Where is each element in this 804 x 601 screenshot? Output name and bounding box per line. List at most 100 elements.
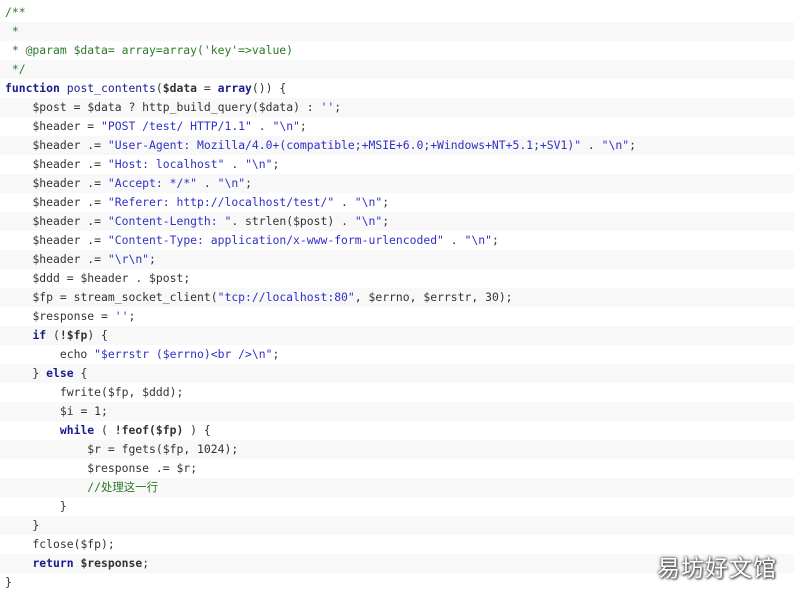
code-token: $header <box>32 195 81 209</box>
code-line: $response .= $r; <box>0 459 794 478</box>
code-token: $data <box>162 81 198 95</box>
code-block: /** * * @param $data= array=array('key'=… <box>0 3 794 592</box>
code-token: , <box>354 290 369 304</box>
code-token: , <box>409 290 424 304</box>
code-line: $post = $data ? http_build_query($data) … <box>0 98 794 117</box>
code-token: } <box>5 575 12 589</box>
code-line: $header = "POST /test/ HTTP/1.1" . "\n"; <box>0 117 794 136</box>
code-line: /** <box>0 3 794 22</box>
code-token: ) { <box>183 423 211 437</box>
code-line: $header .= "Referer: http://localhost/te… <box>0 193 794 212</box>
code-token: $post <box>149 271 184 285</box>
code-token: "\n" <box>217 176 246 190</box>
code-token: ; <box>245 176 252 190</box>
code-token: . <box>581 138 602 152</box>
code-line: fwrite($fp, $ddd); <box>0 383 794 402</box>
code-line: $response = ''; <box>0 307 794 326</box>
code-token: '' <box>114 309 129 323</box>
code-token: $errstr <box>423 290 472 304</box>
code-token: function <box>5 81 60 95</box>
code-token: = stream_socket_client( <box>53 290 218 304</box>
code-token: .= <box>80 176 108 190</box>
code-line: $header .= "User-Agent: Mozilla/4.0+(com… <box>0 136 794 155</box>
code-token: ; <box>183 271 191 285</box>
code-token: = <box>80 119 102 133</box>
code-token: ( <box>155 81 163 95</box>
watermark: 易坊好文馆 <box>657 556 777 582</box>
code-token: , <box>183 442 198 456</box>
code-token: $header <box>32 176 81 190</box>
code-token: "$errstr ($errno)<br />\n" <box>94 347 273 361</box>
code-line: */ <box>0 60 794 79</box>
code-token: ); <box>224 442 239 456</box>
code-token: "tcp://localhost:80" <box>217 290 355 304</box>
code-token: = <box>94 309 115 323</box>
code-line: $header .= "Content-Length: ". strlen($p… <box>0 212 794 231</box>
code-line: $header .= "Content-Type: application/x-… <box>0 231 794 250</box>
code-token: $header <box>32 214 81 228</box>
code-token: .= <box>80 157 108 171</box>
code-token: , <box>471 290 486 304</box>
code-token: "\n" <box>354 214 383 228</box>
code-line: if (!$fp) { <box>0 326 794 345</box>
code-token: 30 <box>485 290 499 304</box>
code-token: ; <box>190 461 198 475</box>
code-token: = <box>59 271 81 285</box>
code-token: ; <box>101 404 108 418</box>
code-token: .= <box>80 138 108 152</box>
code-token: $header <box>32 252 81 266</box>
code-token: = fgets( <box>101 442 163 456</box>
code-token: ? http_build_query( <box>121 100 259 114</box>
code-line: } <box>0 516 794 535</box>
code-line: $i = 1; <box>0 402 794 421</box>
code-line: fclose($fp); <box>0 535 794 554</box>
code-token: ; <box>272 157 280 171</box>
code-token: . <box>224 157 246 171</box>
code-line: $ddd = $header . $post; <box>0 269 794 288</box>
code-line: $header .= "Host: localhost" . "\n"; <box>0 155 794 174</box>
code-token: $response <box>80 556 143 570</box>
code-token: $header <box>32 233 81 247</box>
code-token: ; <box>128 309 136 323</box>
code-token: ; <box>142 556 150 570</box>
code-token: fclose( <box>5 537 81 551</box>
code-token: . <box>197 176 218 190</box>
code-token: = <box>73 404 95 418</box>
code-token: */ <box>5 62 26 76</box>
code-token: $r <box>87 442 102 456</box>
code-token: ( <box>46 328 60 342</box>
code-token: "POST /test/ HTTP/1.1" <box>101 119 252 133</box>
code-line: //处理这一行 <box>0 478 794 497</box>
code-token: .= <box>149 461 177 475</box>
code-token: ; <box>149 252 156 266</box>
code-token: .= <box>80 233 108 247</box>
code-line: * <box>0 22 794 41</box>
code-token: while <box>59 423 95 437</box>
code-token: 1 <box>94 404 102 418</box>
code-token: "\n" <box>354 195 383 209</box>
code-line: } <box>0 497 794 516</box>
code-token: $post <box>32 100 67 114</box>
code-token: ; <box>382 214 390 228</box>
code-token: !feof($fp) <box>114 423 184 437</box>
code-token: } <box>5 518 40 532</box>
code-line: while ( !feof($fp) ) { <box>0 421 794 440</box>
code-token: .= <box>80 214 108 228</box>
code-token: "\n" <box>245 157 273 171</box>
code-token: "Content-Type: application/x-www-form-ur… <box>107 233 444 247</box>
code-token: $header <box>32 138 81 152</box>
code-token: "\n" <box>601 138 630 152</box>
code-token: ) . <box>327 214 355 228</box>
